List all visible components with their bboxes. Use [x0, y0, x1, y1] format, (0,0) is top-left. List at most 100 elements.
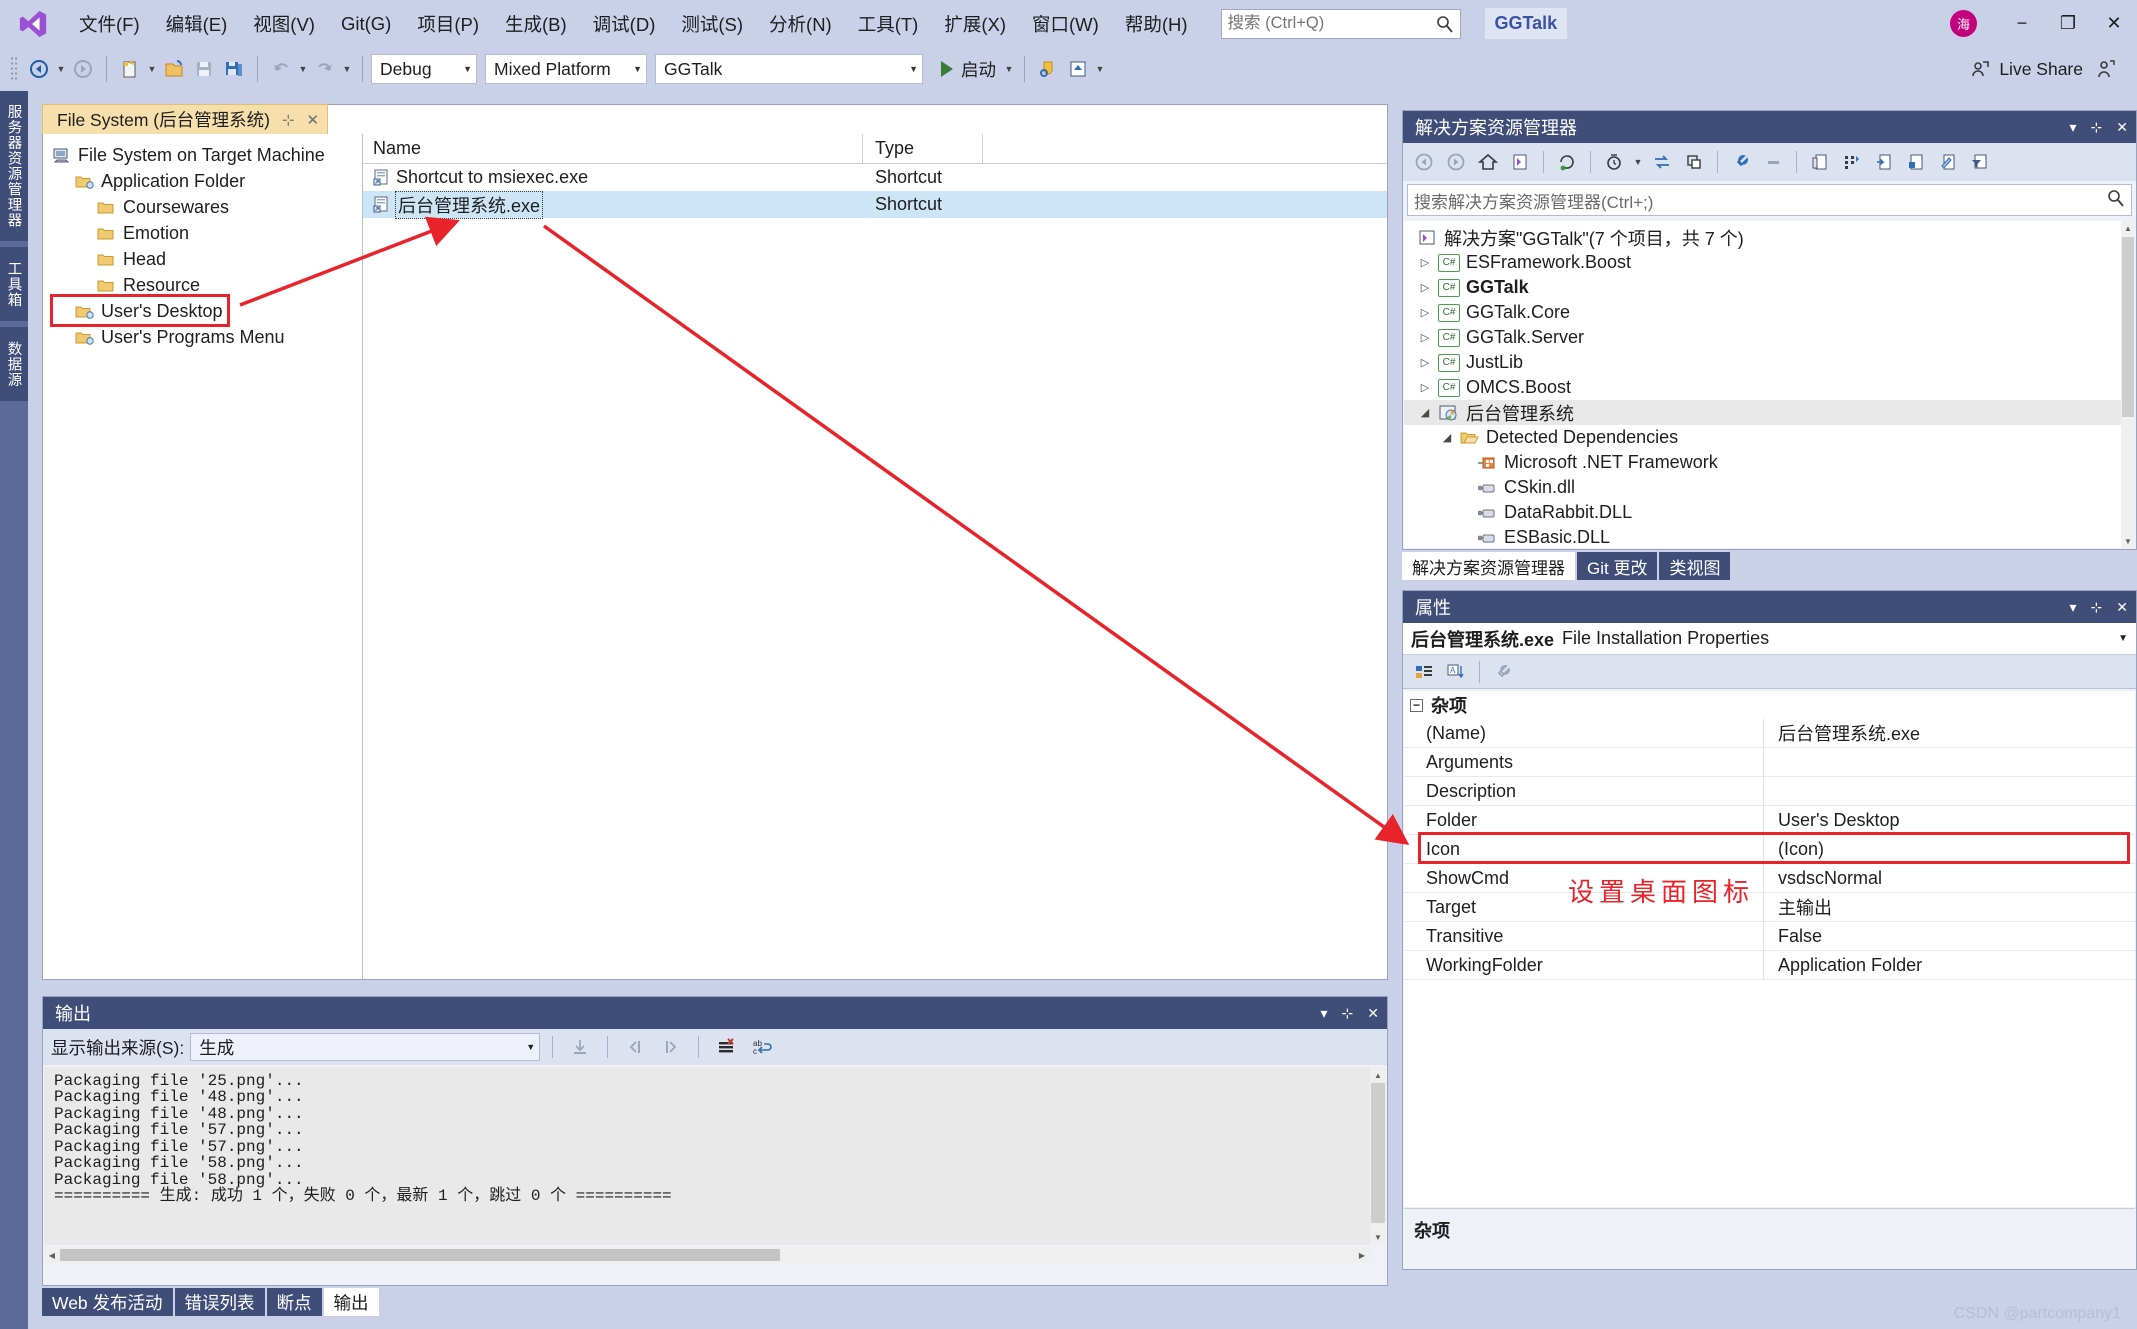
output-text[interactable]: Packaging file '25.png'... Packaging fil…: [44, 1067, 1386, 1245]
scroll-down-icon[interactable]: ▼: [1370, 1229, 1386, 1245]
solution-root-node[interactable]: 解决方案"GGTalk"(7 个项目，共 7 个): [1404, 225, 2122, 250]
properties-object-selector[interactable]: 后台管理系统.exe File Installation Properties …: [1403, 623, 2136, 655]
redo-dropdown-icon[interactable]: ▼: [340, 53, 354, 85]
categorized-view-icon[interactable]: [1409, 657, 1439, 687]
startup-project-combo[interactable]: GGTalk ▼: [655, 54, 923, 84]
go-to-message-icon[interactable]: [565, 1032, 595, 1062]
tab-breakpoints[interactable]: 断点: [266, 1288, 322, 1316]
navigate-backward-icon[interactable]: [24, 53, 54, 85]
menu-build[interactable]: 生成(B): [492, 7, 580, 41]
menu-test[interactable]: 测试(S): [668, 7, 756, 41]
toggle-word-wrap-icon[interactable]: ab c: [747, 1032, 777, 1062]
column-header-type[interactable]: Type: [863, 133, 983, 164]
tree-node-users-programs-menu[interactable]: User's Programs Menu: [49, 324, 362, 350]
pin-icon[interactable]: ⊹: [2091, 119, 2103, 136]
solution-platform-combo[interactable]: Mixed Platform ▼: [485, 54, 647, 84]
output-source-combo[interactable]: 生成 ▼: [190, 1033, 541, 1061]
menu-window[interactable]: 窗口(W): [1019, 7, 1112, 41]
back-icon[interactable]: [1409, 147, 1439, 177]
close-button[interactable]: ✕: [2091, 0, 2137, 47]
menu-edit[interactable]: 编辑(E): [153, 7, 241, 41]
feedback-icon[interactable]: [2091, 53, 2121, 85]
chevron-right-icon[interactable]: ▷: [1418, 331, 1432, 344]
global-search-box[interactable]: [1220, 8, 1461, 39]
preview-selected-icon[interactable]: [1869, 147, 1899, 177]
tab-class-view[interactable]: 类视图: [1659, 552, 1731, 580]
pin-icon[interactable]: ⊹: [282, 111, 295, 129]
chevron-down-icon[interactable]: ▾: [1321, 1005, 1328, 1022]
sidebar-item-toolbox[interactable]: 工具箱: [0, 247, 28, 321]
menu-view[interactable]: 视图(V): [240, 7, 328, 41]
tree-node-head[interactable]: Head: [49, 246, 362, 272]
start-debug-dropdown-icon[interactable]: ▼: [1002, 53, 1016, 85]
filter-icon[interactable]: [1965, 147, 1995, 177]
tree-node-emotion[interactable]: Emotion: [49, 220, 362, 246]
project-node-ggtalk-server[interactable]: ▷ C# GGTalk.Server: [1404, 325, 2122, 350]
menu-analyze[interactable]: 分析(N): [756, 7, 845, 41]
properties-icon[interactable]: [1726, 147, 1756, 177]
table-row[interactable]: Shortcut to msiexec.exe Shortcut: [363, 164, 1387, 191]
property-row-icon[interactable]: Icon (Icon): [1404, 834, 2135, 864]
project-node-omcs-boost[interactable]: ▷ C# OMCS.Boost: [1404, 375, 2122, 400]
chevron-right-icon[interactable]: ▷: [1418, 256, 1432, 269]
home-icon[interactable]: [1473, 147, 1503, 177]
close-icon[interactable]: ✕: [2116, 599, 2128, 616]
property-row-name[interactable]: (Name) 后台管理系统.exe: [1404, 718, 2135, 748]
project-node-ggtalk-core[interactable]: ▷ C# GGTalk.Core: [1404, 300, 2122, 325]
solution-search-input[interactable]: 搜索解决方案资源管理器(Ctrl+;): [1407, 184, 2132, 216]
project-node-ggtalk[interactable]: ▷ C# GGTalk: [1404, 275, 2122, 300]
column-header-name[interactable]: Name: [363, 133, 863, 164]
sidebar-item-data-sources[interactable]: 数据源: [0, 327, 28, 401]
scroll-up-icon[interactable]: ▲: [2121, 221, 2135, 235]
menu-project[interactable]: 项目(P): [404, 7, 492, 41]
track-active-item-icon[interactable]: [1901, 147, 1931, 177]
close-icon[interactable]: ✕: [1367, 1005, 1379, 1022]
property-row-workingfolder[interactable]: WorkingFolder Application Folder: [1404, 950, 2135, 980]
property-value[interactable]: 主输出: [1764, 894, 2135, 920]
property-row-arguments[interactable]: Arguments: [1404, 747, 2135, 777]
node-cskin-dll[interactable]: CSkin.dll: [1404, 475, 2122, 500]
property-row-description[interactable]: Description: [1404, 776, 2135, 806]
open-file-icon[interactable]: [159, 53, 189, 85]
refresh-icon[interactable]: [1552, 147, 1582, 177]
tree-node-users-desktop[interactable]: User's Desktop: [49, 298, 362, 324]
new-project-dropdown-icon[interactable]: ▼: [145, 53, 159, 85]
start-debug-button[interactable]: 启动: [931, 53, 1002, 85]
chevron-down-icon[interactable]: ▼: [2118, 633, 2128, 644]
menu-tools[interactable]: 工具(T): [845, 7, 932, 41]
menu-help[interactable]: 帮助(H): [1112, 7, 1201, 41]
menu-extensions[interactable]: 扩展(X): [931, 7, 1019, 41]
scroll-down-icon[interactable]: ▼: [2121, 534, 2135, 548]
tab-file-system[interactable]: File System (后台管理系统) ⊹ ✕: [42, 104, 329, 134]
preview-window-icon[interactable]: [1063, 53, 1093, 85]
tab-error-list[interactable]: 错误列表: [174, 1288, 265, 1316]
view-dependencies-icon[interactable]: [1837, 147, 1867, 177]
output-vertical-scrollbar[interactable]: ▲ ▼: [1370, 1067, 1386, 1245]
sidebar-item-server-explorer[interactable]: 服务器资源管理器: [0, 91, 28, 241]
edit-icon[interactable]: [1933, 147, 1963, 177]
scroll-right-icon[interactable]: ▶: [1354, 1247, 1370, 1263]
navigate-forward-icon[interactable]: [68, 53, 98, 85]
scrollbar-thumb[interactable]: [60, 1249, 780, 1261]
tab-output[interactable]: 输出: [323, 1288, 379, 1316]
scroll-left-icon[interactable]: ◀: [44, 1247, 60, 1263]
sync-icon[interactable]: [1647, 147, 1677, 177]
chevron-right-icon[interactable]: ▷: [1418, 356, 1432, 369]
property-value[interactable]: User's Desktop: [1764, 810, 2135, 831]
avatar[interactable]: 海: [1950, 10, 1977, 37]
hot-reload-icon[interactable]: [1033, 53, 1063, 85]
chevron-down-icon[interactable]: ▾: [2070, 599, 2077, 616]
property-value[interactable]: Application Folder: [1764, 955, 2135, 976]
redo-icon[interactable]: [310, 53, 340, 85]
menu-file[interactable]: 文件(F): [66, 7, 153, 41]
menu-git[interactable]: Git(G): [328, 9, 404, 39]
new-project-icon[interactable]: [115, 53, 145, 85]
collapse-icon[interactable]: −: [1410, 698, 1423, 712]
chevron-right-icon[interactable]: ▷: [1418, 281, 1432, 294]
tree-node-coursewares[interactable]: Coursewares: [49, 194, 362, 220]
property-value[interactable]: vsdscNormal: [1764, 868, 2135, 889]
node-datarabbit-dll[interactable]: DataRabbit.DLL: [1404, 500, 2122, 525]
show-all-files-icon[interactable]: [1805, 147, 1835, 177]
property-value[interactable]: False: [1764, 926, 2135, 947]
chevron-right-icon[interactable]: ▷: [1418, 381, 1432, 394]
